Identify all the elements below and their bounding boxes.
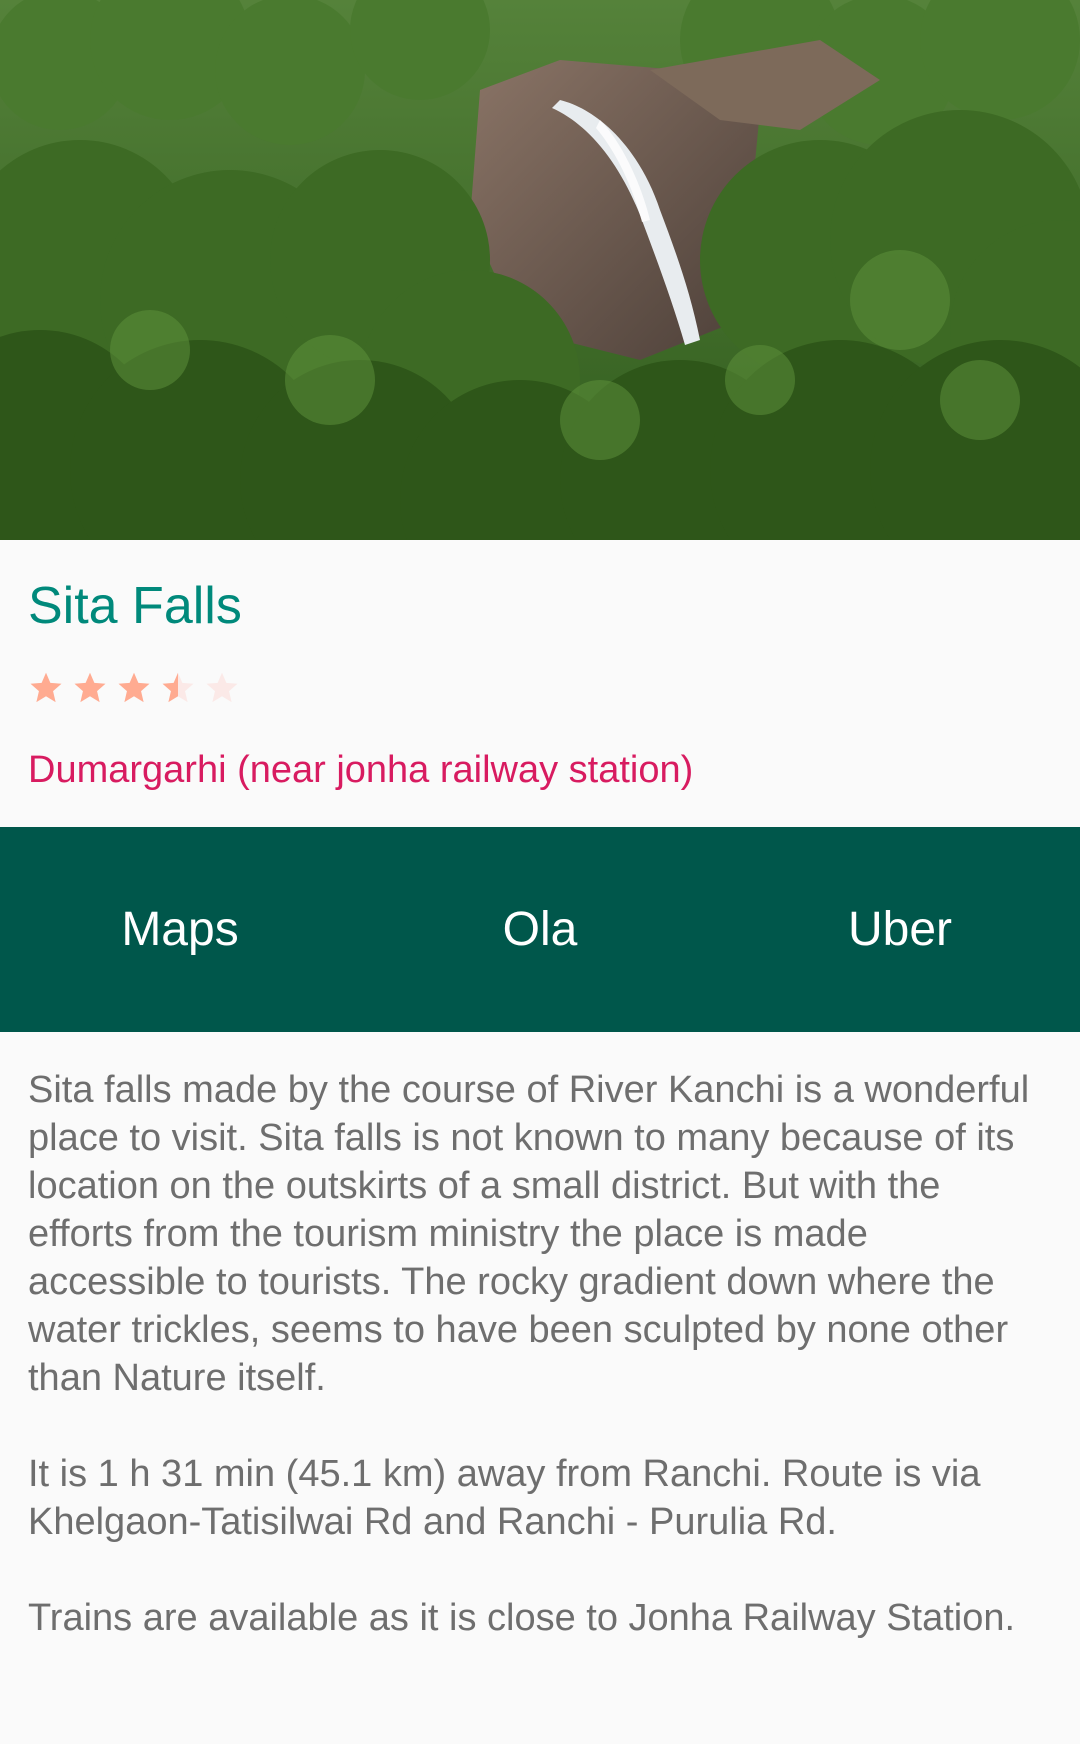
description-paragraph: It is 1 h 31 min (45.1 km) away from Ran… (28, 1453, 981, 1543)
description-paragraph: Sita falls made by the course of River K… (28, 1069, 1030, 1399)
star-icon (30, 672, 62, 703)
place-info: Sita Falls Dumargarhi (near jonha railwa… (0, 540, 1080, 827)
maps-button[interactable]: Maps (0, 827, 360, 1032)
description-paragraph: Trains are available as it is close to J… (28, 1597, 1016, 1639)
ola-button[interactable]: Ola (360, 827, 720, 1032)
rating-bar (28, 670, 240, 714)
action-bar: Maps Ola Uber (0, 827, 1080, 1032)
description: Sita falls made by the course of River K… (28, 1066, 1052, 1690)
star-icon (206, 672, 238, 703)
uber-button[interactable]: Uber (720, 827, 1080, 1032)
place-location: Dumargarhi (near jonha railway station) (28, 749, 694, 791)
place-photo (0, 0, 1080, 540)
star-icon (74, 672, 106, 703)
place-title: Sita Falls (28, 577, 242, 635)
star-icon (162, 672, 194, 703)
star-icon (118, 672, 150, 703)
